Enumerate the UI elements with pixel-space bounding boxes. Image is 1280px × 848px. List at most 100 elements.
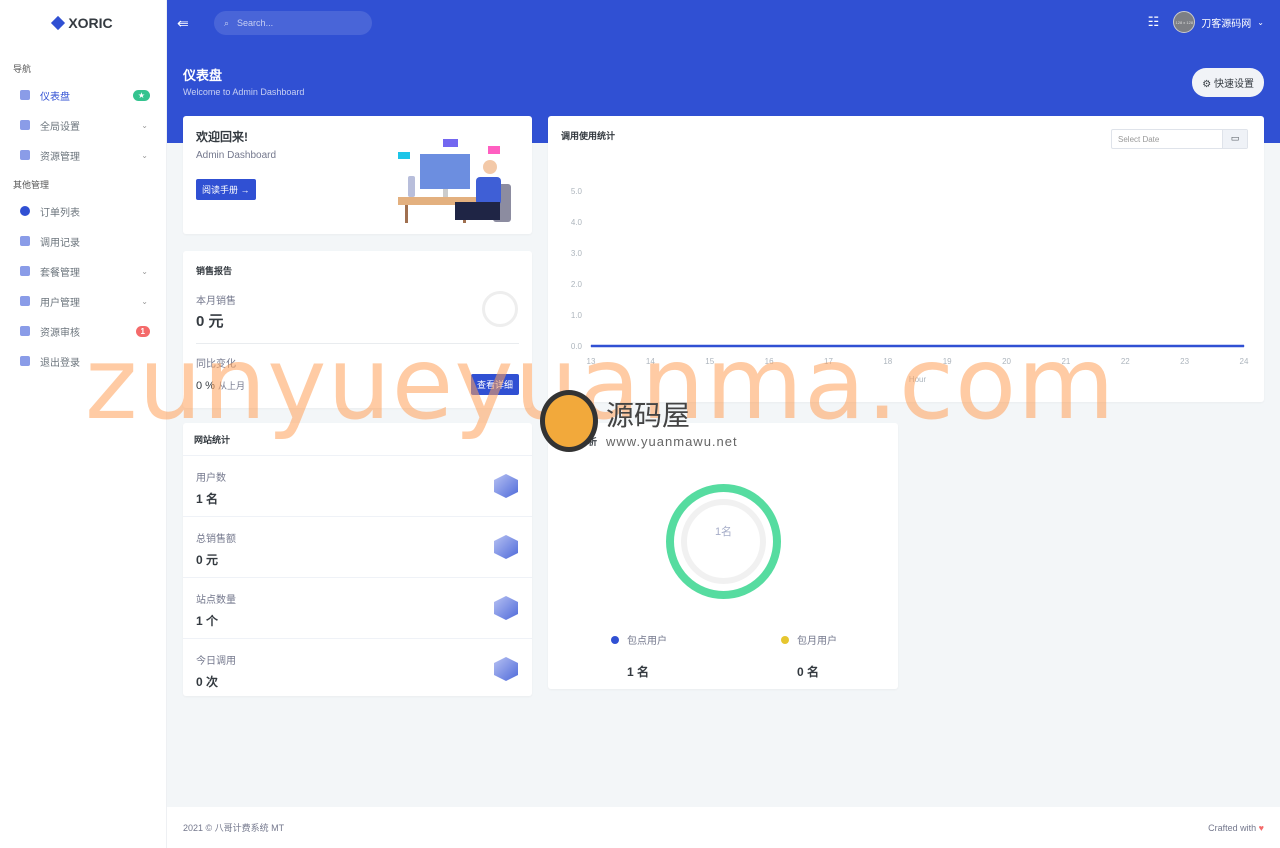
change-label: 同比变化 <box>196 359 236 370</box>
donut-track <box>681 499 766 584</box>
sidebar-item-label: 退出登录 <box>40 357 80 369</box>
chevron-down-icon: ⌄ <box>141 120 148 130</box>
welcome-subtitle: Admin Dashboard <box>196 150 277 161</box>
nav-section-title: 导航 <box>13 64 32 74</box>
legend-item: 包月用户 0 名 <box>781 631 837 680</box>
chevron-down-icon: ⌄ <box>141 266 148 276</box>
stat-value: 1 个 <box>196 614 219 628</box>
x-tick-label: 16 <box>765 357 774 366</box>
data-point <box>1006 345 1008 347</box>
cube-icon <box>20 296 30 306</box>
logo-text: XORIC <box>68 15 113 31</box>
sidebar-item-label: 资源审核 <box>40 327 80 339</box>
data-point <box>768 345 770 347</box>
footer: 2021 © 八哥计费系统 MT Crafted with ♥ <box>167 807 1280 848</box>
sidebar-item[interactable]: 仪表盘 ★ <box>0 80 166 110</box>
stat-label: 站点数量 <box>196 595 236 606</box>
stat-value: 1 名 <box>196 492 219 506</box>
data-point <box>1184 345 1186 347</box>
logo-icon <box>51 15 66 31</box>
page-title: 仪表盘 <box>183 68 223 83</box>
progress-ring <box>482 291 518 327</box>
data-point <box>1124 345 1126 347</box>
read-manual-button[interactable]: 阅读手册 → <box>196 179 256 200</box>
x-tick-label: 24 <box>1240 357 1249 366</box>
search-placeholder: Search... <box>237 18 274 28</box>
monitor-icon <box>20 90 30 100</box>
site-stats-card: 网站统计 用户数 1 名 总销售额 0 元 站点数量 1 个 今日调用 0 次 <box>183 423 532 696</box>
sidebar: XORIC 导航 仪表盘 ★ 全局设置 ⌄ 资源管理 ⌄ 其他管理 订单列表 调用记录 套餐管… <box>0 0 167 848</box>
x-tick-label: 23 <box>1180 357 1189 366</box>
grid-icon <box>20 150 30 160</box>
sidebar-item[interactable]: 套餐管理 ⌄ <box>0 256 166 286</box>
chevron-down-icon: ⌄ <box>141 150 148 160</box>
change-value: 0 % <box>196 380 215 392</box>
sidebar-item-label: 用户管理 <box>40 297 80 309</box>
usage-stats-card: 调用使用统计 Select Date ▭ 0.0 1.0 2.0 3.0 4.0 5.0 1… <box>548 116 1264 402</box>
user-analysis-card: 用户分析 1名 包点用户 1 名包月用户 0 名 <box>548 423 898 689</box>
sales-report-card: 销售报告 本月销售 0 元 同比变化 0 % 从上月 查看详细 <box>183 251 532 408</box>
view-details-button[interactable]: 查看详细 <box>470 374 519 395</box>
x-tick-label: 21 <box>1061 357 1070 366</box>
chevron-down-icon: ⌄ <box>141 296 148 306</box>
legend-dot-icon <box>781 636 789 644</box>
legend-label: 包点用户 <box>627 636 667 647</box>
sidebar-item[interactable]: 调用记录 <box>0 226 166 256</box>
sidebar-item[interactable]: 资源审核 1 <box>0 316 166 346</box>
avatar: 128 x 128 <box>1173 11 1196 33</box>
sidebar-item[interactable]: 退出登录 <box>0 346 166 376</box>
sidebar-item-label: 订单列表 <box>40 207 80 219</box>
data-point <box>1065 345 1067 347</box>
x-tick-label: 15 <box>705 357 714 366</box>
watermark-url: www.yuanmawu.net <box>606 433 738 449</box>
stat-label: 总销售额 <box>196 534 236 545</box>
logout-icon <box>20 356 30 366</box>
x-axis-label: Hour <box>909 375 927 384</box>
y-tick-label: 0.0 <box>571 342 583 351</box>
y-tick-label: 1.0 <box>571 311 583 320</box>
x-tick-label: 13 <box>587 357 596 366</box>
sidebar-item-label: 调用记录 <box>40 237 80 249</box>
stat-value: 0 次 <box>196 675 219 689</box>
footer-copyright: 2021 © 八哥计费系统 MT <box>183 823 285 833</box>
x-tick-label: 18 <box>883 357 892 366</box>
data-point <box>649 345 651 347</box>
quick-settings-button[interactable]: ⚙ 快速设置 <box>1192 68 1264 97</box>
sidebar-item[interactable]: 全局设置 ⌄ <box>0 110 166 140</box>
bar-chart-icon <box>20 236 30 246</box>
welcome-title: 欢迎回来! <box>196 130 248 144</box>
sidebar-item-label: 套餐管理 <box>40 267 80 279</box>
data-point <box>709 345 711 347</box>
sidebar-item[interactable]: 订单列表 <box>0 196 166 226</box>
user-name: 刀客源码网 <box>1201 18 1252 30</box>
circle-icon <box>20 206 30 216</box>
welcome-card: 欢迎回来! Admin Dashboard 阅读手册 → <box>183 116 532 234</box>
month-sales-value: 0 元 <box>196 313 224 330</box>
search-input[interactable]: ⌕ Search... <box>214 11 372 35</box>
sidebar-item[interactable]: 用户管理 ⌄ <box>0 286 166 316</box>
sidebar-item-label: 全局设置 <box>40 121 80 133</box>
usage-line-chart: 0.0 1.0 2.0 3.0 4.0 5.0 13 14 15 16 17 18 19 20 21 22 23… <box>571 187 1249 384</box>
heart-icon: ♥ <box>1258 822 1264 833</box>
sidebar-item[interactable]: 资源管理 ⌄ <box>0 140 166 170</box>
x-tick-label: 20 <box>1002 357 1011 366</box>
sidebar-badge: ★ <box>132 89 150 101</box>
x-tick-label: 17 <box>824 357 833 366</box>
user-menu[interactable]: 128 x 128 刀客源码网 ⌄ <box>1173 11 1264 33</box>
y-tick-label: 4.0 <box>571 218 583 227</box>
legend-value: 0 名 <box>797 665 820 679</box>
watermark-brand: 源码屋 <box>606 399 691 431</box>
logo[interactable]: XORIC <box>0 0 166 46</box>
data-point <box>887 345 889 347</box>
y-tick-label: 3.0 <box>571 249 583 258</box>
stat-label: 今日调用 <box>196 656 236 667</box>
stat-row: 总销售额 0 元 <box>183 516 532 576</box>
developer-illustration <box>398 139 511 223</box>
month-sales-label: 本月销售 <box>196 296 236 307</box>
menu-toggle-icon[interactable]: ⇚ <box>177 15 195 32</box>
settings-sliders-icon[interactable]: ☷ <box>1148 14 1160 30</box>
layers-icon <box>20 120 30 130</box>
y-tick-label: 5.0 <box>571 187 583 196</box>
card-title: 网站统计 <box>194 435 231 445</box>
data-point <box>946 345 948 347</box>
